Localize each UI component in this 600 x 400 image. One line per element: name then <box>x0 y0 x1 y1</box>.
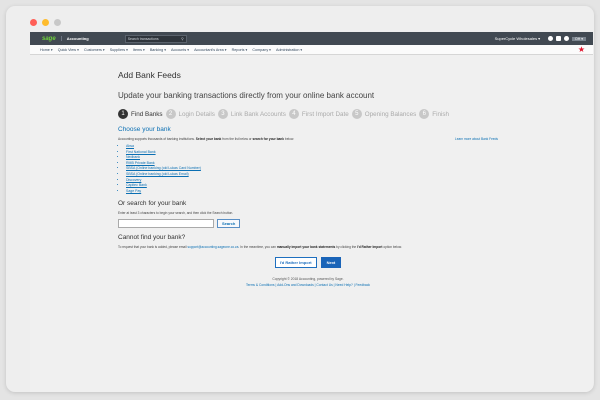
user-avatar[interactable]: DH ▾ <box>572 36 586 41</box>
bank-search-row: Search <box>118 219 498 229</box>
step-number: 6 <box>419 109 430 119</box>
step-label: Opening Balances <box>364 110 417 118</box>
search-bank-hint: Enter at least 3 characters to begin you… <box>118 211 234 216</box>
help-icon[interactable] <box>564 36 570 41</box>
step-number: 5 <box>351 109 362 119</box>
step-finish: 6 Finish <box>419 109 449 119</box>
menu-banking[interactable]: Banking ▾ <box>150 48 166 52</box>
step-label: First Import Date <box>301 110 349 118</box>
bank-link-sage-pay[interactable]: Sage Pay <box>126 189 498 195</box>
window-controls <box>30 19 61 26</box>
next-button[interactable]: Next <box>320 257 342 269</box>
main-menu: Home ▾ Quick View ▾ Customers ▾ Supplier… <box>30 45 593 55</box>
bank-search-input[interactable] <box>118 219 214 229</box>
step-number: 2 <box>165 109 176 119</box>
footer-links[interactable]: Terms & Conditions | Add-Ons and Downloa… <box>118 283 498 287</box>
phone-icon[interactable] <box>556 36 562 41</box>
minimize-window-button[interactable] <box>42 19 49 26</box>
page-footer: Copyright © 2018 Accounting, powered by … <box>118 277 498 287</box>
learn-more-link[interactable]: Learn more about Bank Feeds <box>455 137 498 141</box>
rather-import-button[interactable]: I'd Rather Import <box>274 257 317 269</box>
step-label: Finish <box>432 110 450 118</box>
step-label: Login Details <box>178 110 215 118</box>
support-email-link[interactable]: support@accounting.sageone.co.za <box>187 245 238 249</box>
sage-logo[interactable]: sage <box>42 36 56 42</box>
favourite-star-icon[interactable]: ★ <box>578 45 585 55</box>
menu-company[interactable]: Company ▾ <box>252 48 271 52</box>
global-search-input[interactable]: Search transactions ⚲ <box>124 34 187 43</box>
choose-bank-heading: Choose your bank <box>118 126 171 133</box>
wizard-steps: 1 Find Banks 2 Login Details 3 Link Bank… <box>118 109 498 119</box>
app-window: sage Accounting Search transactions ⚲ Su… <box>6 6 594 392</box>
action-buttons: I'd Rather Import Next <box>118 257 498 269</box>
cannot-find-text: To request that your bank is added, plea… <box>118 245 402 250</box>
product-name: Accounting <box>60 36 89 41</box>
menu-suppliers[interactable]: Suppliers ▾ <box>110 48 128 52</box>
menu-accounts[interactable]: Accounts ▾ <box>171 48 189 52</box>
copyright-text: Copyright © 2018 Accounting, powered by … <box>272 277 344 282</box>
search-icon: ⚲ <box>181 36 184 41</box>
choose-bank-intro: Accounting supports thousands of banking… <box>118 137 294 141</box>
step-label: Link Bank Accounts <box>230 110 286 118</box>
step-label: Find Banks <box>131 110 163 118</box>
step-login-details: 2 Login Details <box>165 109 215 119</box>
step-number: 4 <box>288 109 299 119</box>
step-number: 1 <box>118 109 128 119</box>
menu-home[interactable]: Home ▾ <box>40 48 53 52</box>
menu-administration[interactable]: Administration ▾ <box>276 48 302 52</box>
step-number: 3 <box>217 109 228 119</box>
step-opening-balances: 5 Opening Balances <box>351 109 417 119</box>
choose-bank-intro-row: Accounting supports thousands of banking… <box>118 137 498 141</box>
step-link-bank-accounts: 3 Link Bank Accounts <box>217 109 286 119</box>
close-window-button[interactable] <box>30 19 37 26</box>
company-selector[interactable]: SuperCycle Wholesales ▾ <box>495 36 541 41</box>
menu-accountants-area[interactable]: Accountant's Area ▾ <box>194 48 226 52</box>
menu-items[interactable]: Items ▾ <box>133 48 145 52</box>
global-search-placeholder: Search transactions <box>127 36 159 41</box>
menu-quick-view[interactable]: Quick View ▾ <box>58 48 79 52</box>
search-bank-heading: Or search for your bank <box>118 200 187 208</box>
step-find-banks: 1 Find Banks <box>118 109 163 119</box>
page-subtitle: Update your banking transactions directl… <box>118 91 375 100</box>
page-title: Add Bank Feeds <box>118 70 181 80</box>
app-page: sage Accounting Search transactions ⚲ Su… <box>30 32 593 392</box>
settings-icon[interactable] <box>548 36 554 41</box>
main-content: Add Bank Feeds Update your banking trans… <box>118 70 498 287</box>
cannot-find-heading: Cannot find your bank? <box>118 234 186 242</box>
menu-reports[interactable]: Reports ▾ <box>232 48 248 52</box>
top-bar: sage Accounting Search transactions ⚲ Su… <box>30 32 593 45</box>
menu-customers[interactable]: Customers ▾ <box>84 48 105 52</box>
step-first-import-date: 4 First Import Date <box>288 109 349 119</box>
bank-list: Absa First National Bank Nedbank RMB Pri… <box>126 144 498 194</box>
search-button[interactable]: Search <box>217 219 241 229</box>
zoom-window-button[interactable] <box>54 19 61 26</box>
